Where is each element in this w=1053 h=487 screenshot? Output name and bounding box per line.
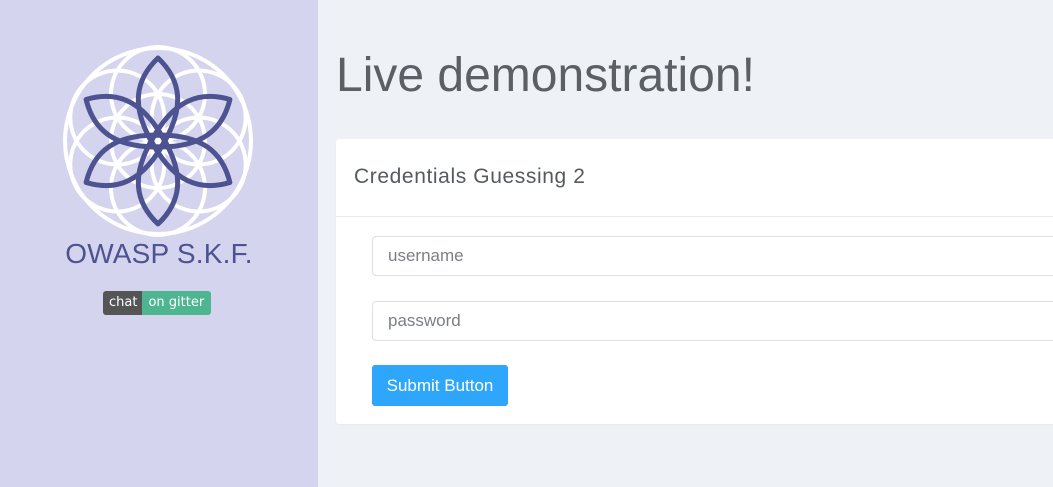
password-field[interactable]	[372, 301, 1053, 341]
badge-label-gitter: on gitter	[142, 291, 212, 315]
gitter-chat-badge[interactable]: chat on gitter	[103, 291, 212, 315]
main-content: Live demonstration! Credentials Guessing…	[318, 0, 1053, 487]
username-field[interactable]	[372, 236, 1053, 276]
sidebar: OWASP S.K.F. chat on gitter	[0, 0, 318, 487]
page-title: Live demonstration!	[336, 49, 755, 102]
card-header: Credentials Guessing 2	[336, 139, 1053, 217]
submit-button[interactable]: Submit Button	[372, 365, 508, 406]
card-title: Credentials Guessing 2	[354, 165, 586, 188]
owasp-skf-logo-icon	[63, 45, 253, 237]
badge-label-chat: chat	[103, 291, 143, 315]
brand-name: OWASP S.K.F.	[65, 238, 253, 269]
challenge-card: Credentials Guessing 2 Submit Button	[336, 139, 1053, 424]
